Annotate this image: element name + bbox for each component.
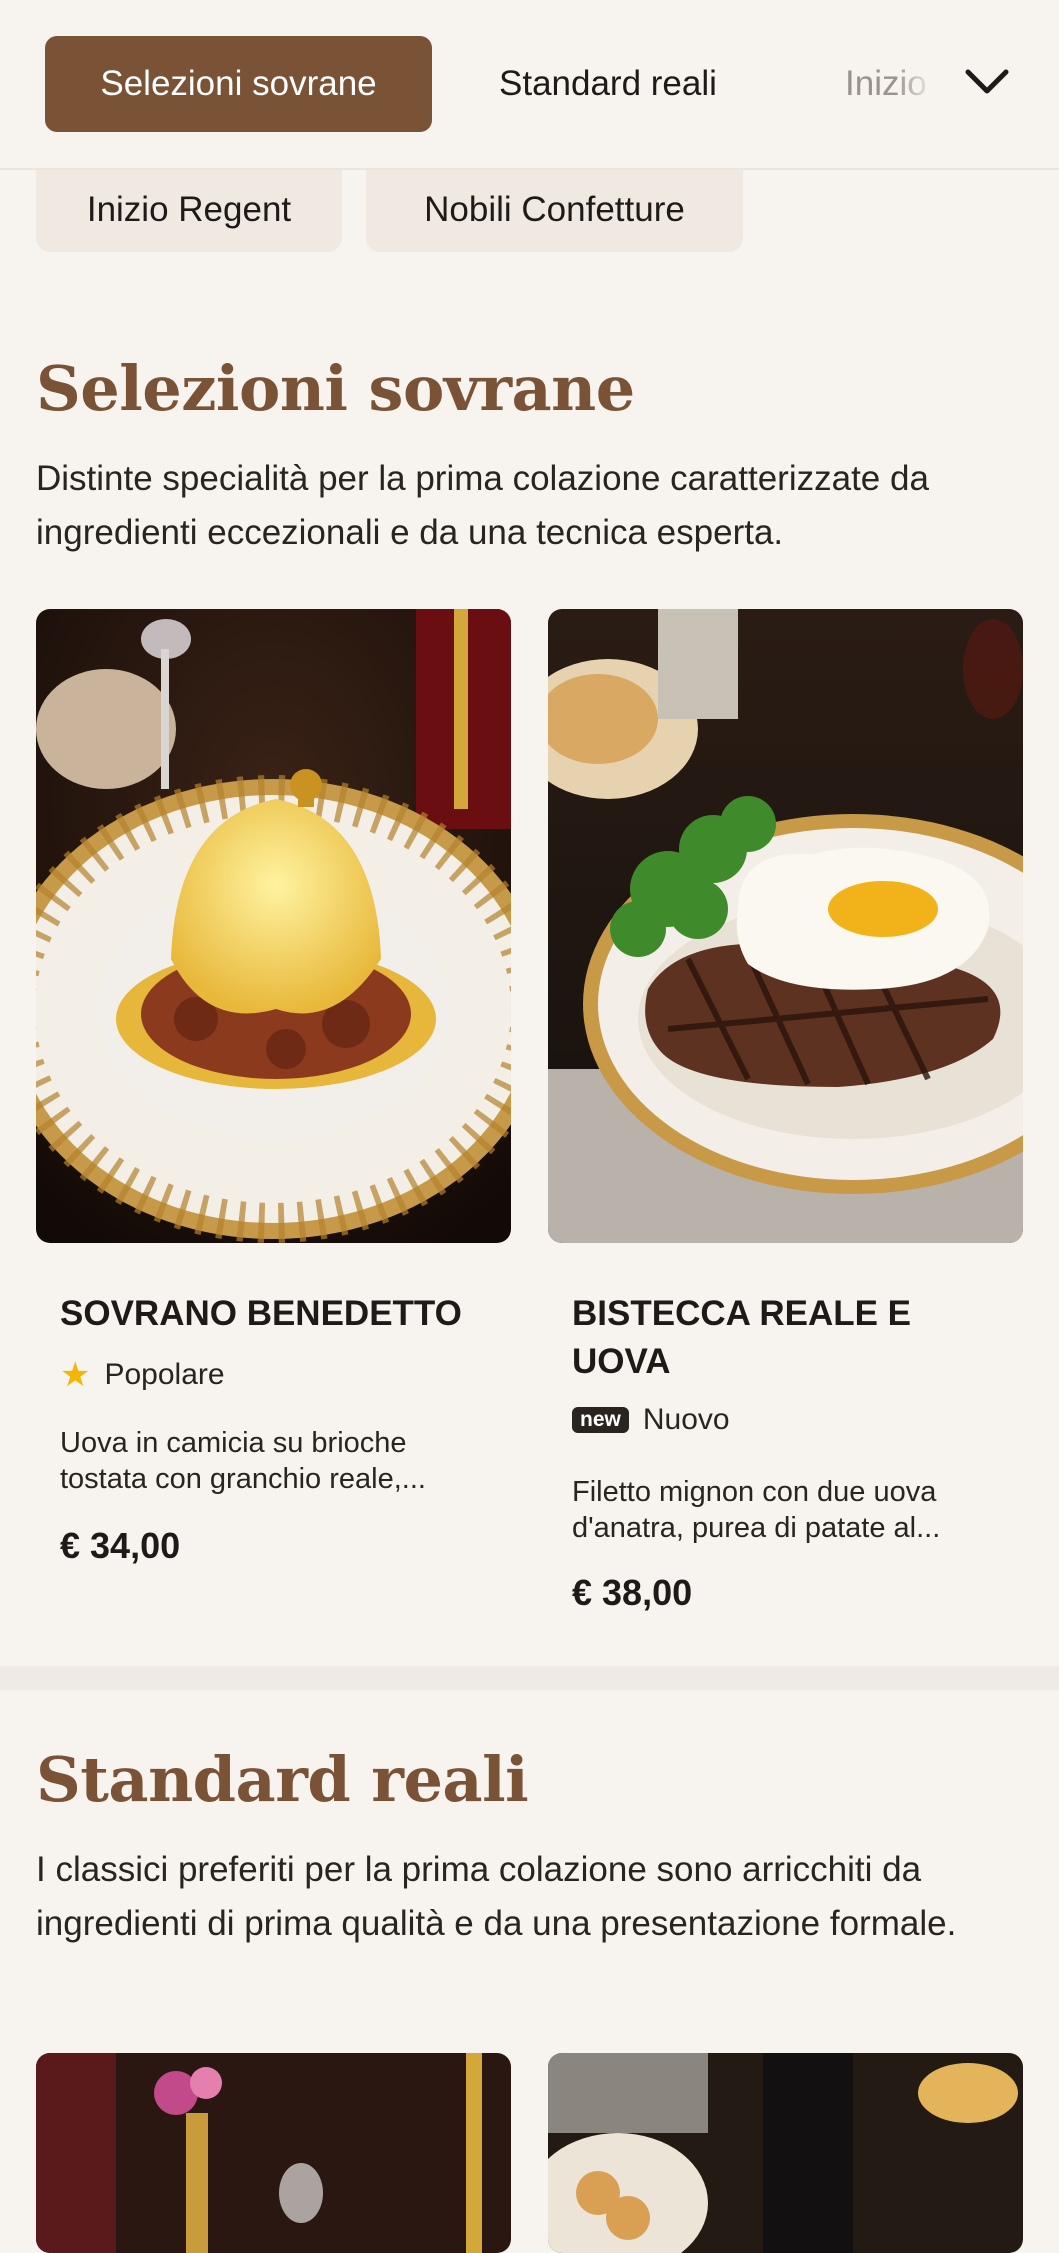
dish-tag-label: Nuovo — [642, 1403, 730, 1436]
dish-name: BISTECCA REALE E UOVA — [572, 1294, 912, 1381]
dish-name: SOVRANO BENEDETTO — [60, 1294, 462, 1333]
star-icon: ★ — [60, 1356, 91, 1394]
section-title: Selezioni sovrane — [36, 352, 635, 425]
dish-image[interactable] — [36, 2053, 511, 2253]
dish-tag: ★ Popolare — [60, 1355, 225, 1395]
dish-description: Filetto mignon con due uova d'anatra, pu… — [572, 1476, 941, 1544]
section-description: Distinte specialità per la prima colazio… — [36, 459, 929, 552]
tab-standard-reali[interactable]: Standard reali — [499, 36, 717, 132]
dish-image-sovrano-benedetto[interactable] — [36, 609, 511, 1243]
dish-description: Uova in camicia su brioche tostata con g… — [60, 1427, 426, 1495]
chip-inizio-regent[interactable]: Inizio Regent — [36, 168, 342, 252]
dish-image-bistecca-reale[interactable] — [548, 609, 1023, 1243]
section-description: I classici preferiti per la prima colazi… — [36, 1850, 957, 1943]
category-nav: Selezioni sovrane Standard reali Inizio — [0, 0, 1059, 170]
dish-price: € 38,00 — [572, 1572, 693, 1613]
new-badge: new — [572, 1407, 629, 1433]
section-title: Standard reali — [36, 1743, 529, 1816]
chip-nobili-confetture[interactable]: Nobili Confetture — [366, 168, 743, 252]
dish-tag: new Nuovo — [572, 1403, 730, 1437]
tab-selezioni-sovrane[interactable]: Selezioni sovrane — [45, 36, 432, 132]
dish-image[interactable] — [548, 2053, 1023, 2253]
tab-inizio[interactable]: Inizio — [845, 36, 935, 132]
section-divider — [0, 1666, 1059, 1690]
dish-price: € 34,00 — [60, 1525, 181, 1566]
dish-tag-label: Popolare — [104, 1358, 225, 1391]
chevron-down-icon[interactable] — [962, 58, 1012, 108]
